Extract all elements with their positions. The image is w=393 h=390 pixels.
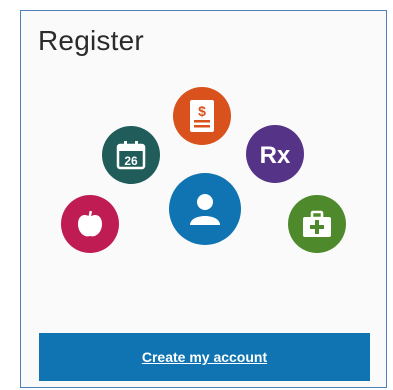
calendar-icon: 26: [102, 126, 160, 184]
user-icon: [169, 173, 241, 245]
bill-icon: $: [173, 87, 231, 145]
prescription-icon: Rx: [246, 125, 304, 183]
apple-icon: [61, 195, 119, 253]
create-account-label: Create my account: [141, 349, 268, 365]
svg-text:$: $: [198, 103, 206, 119]
card-title: Register: [38, 25, 144, 56]
medical-kit-icon: [288, 195, 346, 253]
create-account-button[interactable]: Create my account: [39, 333, 370, 381]
calendar-day-text: 26: [124, 154, 138, 168]
prescription-text: Rx: [260, 142, 291, 169]
register-card: Register $ 26 Rx Create my account: [20, 10, 387, 388]
